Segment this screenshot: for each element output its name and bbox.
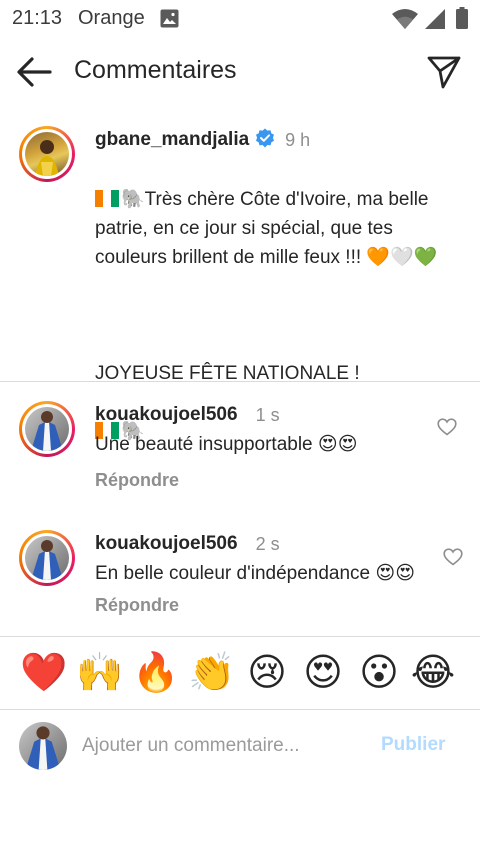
comment-username[interactable]: kouakoujoel506: [95, 533, 238, 555]
avatar: [19, 722, 67, 770]
wifi-icon: [391, 8, 419, 35]
divider: [0, 381, 480, 382]
header: Commentaires: [0, 40, 480, 104]
comment-time: 2 s: [255, 533, 280, 554]
comment-username[interactable]: kouakoujoel506: [95, 404, 238, 426]
comment-text: Une beauté insupportable 😍😍: [95, 434, 358, 455]
back-arrow-icon: [17, 57, 52, 87]
comment-input[interactable]: [82, 732, 352, 760]
signal-icon: [424, 8, 446, 35]
comment-time: 1 s: [255, 404, 280, 425]
verified-badge-icon: [255, 128, 275, 153]
status-time: 21:13: [12, 7, 63, 29]
post-button[interactable]: Publier: [381, 734, 445, 756]
emoji-heart[interactable]: ❤️: [20, 650, 67, 696]
status-bar: 21:13 Orange: [0, 0, 480, 38]
emoji-raising-hands[interactable]: 🙌: [76, 650, 123, 696]
emoji-clapping[interactable]: 👏: [188, 650, 235, 696]
emoji-fire[interactable]: 🔥: [132, 650, 179, 696]
comment-item: kouakoujoel506 1 s Une beauté insupporta…: [95, 401, 435, 491]
caption-username[interactable]: gbane_mandjalia: [95, 129, 249, 151]
emoji-bar: ❤️ 🙌 🔥 👏 😢 😍 😮 😂: [0, 638, 480, 710]
caption-line-1: 🐘Très chère Côte d'Ivoire, ma belle patr…: [95, 189, 438, 268]
avatar[interactable]: [19, 126, 75, 182]
heart-outline-icon: [443, 548, 463, 566]
heart-outline-icon: [437, 418, 457, 436]
reply-button[interactable]: Répondre: [95, 595, 435, 616]
emoji-surprised[interactable]: 😮: [356, 650, 402, 696]
avatar[interactable]: [19, 530, 75, 586]
back-button[interactable]: [14, 54, 54, 90]
caption-time: 9 h: [285, 129, 311, 150]
emoji-heart-eyes[interactable]: 😍: [300, 650, 346, 696]
emoji-crying[interactable]: 😢: [244, 650, 290, 696]
status-carrier: Orange: [78, 7, 145, 29]
like-button[interactable]: [443, 548, 463, 571]
battery-icon: [456, 7, 468, 34]
avatar[interactable]: [19, 401, 75, 457]
image-icon: [160, 9, 179, 33]
caption-line-2: JOYEUSE FÊTE NATIONALE !: [95, 363, 360, 384]
comment-item: kouakoujoel506 2 s En belle couleur d'in…: [95, 530, 435, 635]
comment-text: En belle couleur d'indépendance 😍😍: [95, 563, 416, 584]
divider: [0, 636, 480, 637]
send-icon: [427, 56, 461, 89]
emoji-laughing[interactable]: 😂: [410, 650, 456, 696]
ivory-coast-flag-icon: [95, 187, 119, 207]
reply-button[interactable]: Répondre: [95, 470, 435, 491]
like-button[interactable]: [437, 418, 457, 441]
share-button[interactable]: [424, 53, 464, 91]
comment-composer: Publier: [0, 710, 480, 782]
page-title: Commentaires: [74, 56, 237, 84]
